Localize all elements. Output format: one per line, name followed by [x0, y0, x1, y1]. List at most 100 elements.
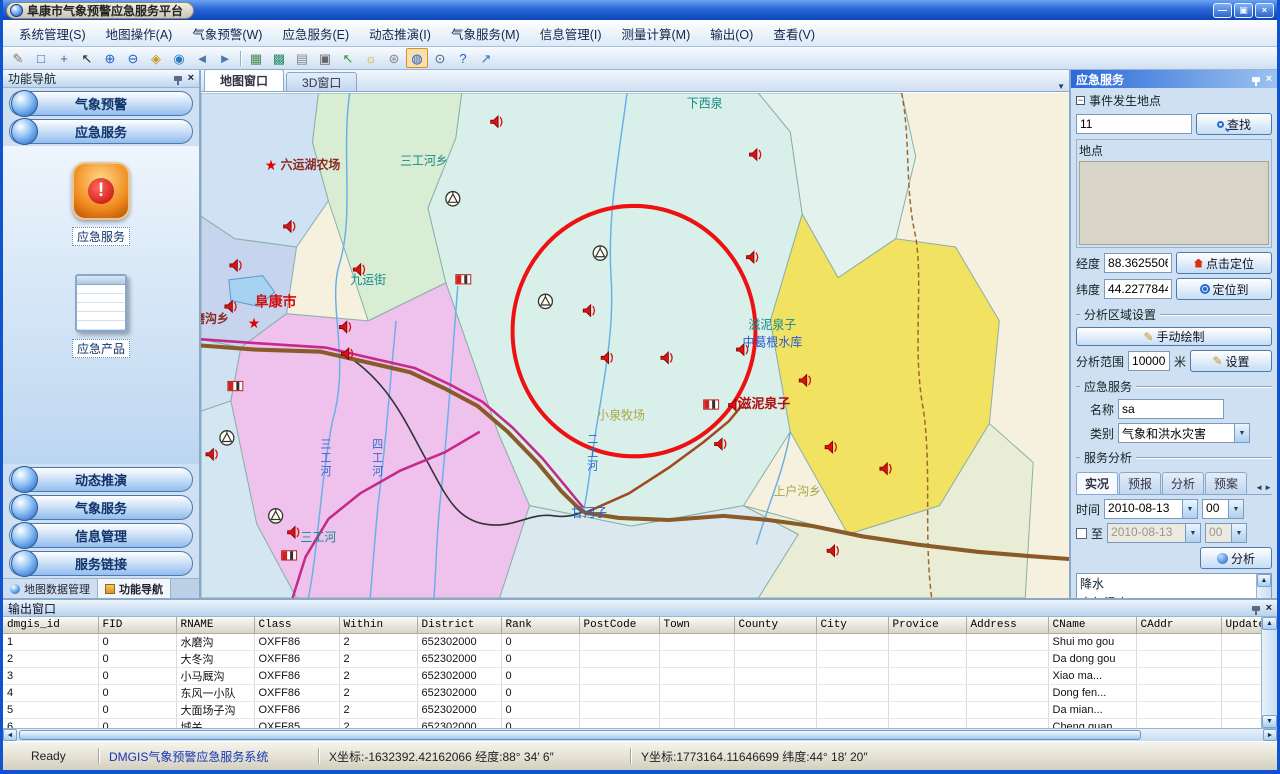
- table-row[interactable]: 10水磨沟OXFF8626523020000Shui mo gou: [3, 633, 1261, 650]
- full-extent-tool[interactable]: ◉: [168, 48, 190, 68]
- nav-group-信息管理[interactable]: 信息管理: [9, 523, 193, 548]
- start-date-combo[interactable]: 2010-08-13 ▼: [1104, 499, 1198, 519]
- service-name-input[interactable]: [1118, 399, 1224, 419]
- service-type-combo[interactable]: 气象和洪水灾害 ▼: [1118, 423, 1250, 443]
- menu-item[interactable]: 输出(O): [700, 20, 763, 47]
- location-input[interactable]: [1076, 114, 1192, 134]
- range-input[interactable]: [1128, 351, 1170, 371]
- end-date-combo[interactable]: 2010-08-13 ▼: [1107, 523, 1201, 543]
- chevron-down-icon[interactable]: ▼: [1231, 524, 1246, 542]
- menu-item[interactable]: 动态推演(I): [359, 20, 441, 47]
- column-header-County[interactable]: County: [734, 617, 816, 633]
- tabs-scroll-right-icon[interactable]: ►: [1264, 483, 1272, 492]
- menu-item[interactable]: 信息管理(I): [530, 20, 612, 47]
- column-header-Update[interactable]: Update: [1221, 617, 1261, 633]
- latitude-input[interactable]: [1104, 279, 1172, 299]
- nav-group-应急服务[interactable]: 应急服务: [9, 119, 193, 144]
- analyze-button[interactable]: 分析: [1200, 547, 1272, 569]
- menu-item[interactable]: 查看(V): [763, 20, 825, 47]
- click-locate-button[interactable]: 点击定位: [1176, 252, 1272, 274]
- export-tool[interactable]: ↗: [475, 48, 497, 68]
- scroll-up-icon[interactable]: ▲: [1257, 574, 1271, 587]
- column-header-dmgis_id[interactable]: dmgis_id: [3, 617, 98, 633]
- column-header-Within[interactable]: Within: [339, 617, 417, 633]
- menu-item[interactable]: 气象服务(M): [441, 20, 530, 47]
- emergency-service-icon[interactable]: !: [72, 162, 130, 220]
- map-tab-地图窗口[interactable]: 地图窗口: [204, 69, 284, 91]
- chevron-down-icon[interactable]: ▼: [1228, 500, 1243, 518]
- shortcut-应急产品[interactable]: 应急产品: [72, 274, 130, 358]
- output-vscrollbar[interactable]: ▲ ▼: [1261, 617, 1277, 728]
- place-list[interactable]: [1079, 161, 1269, 245]
- list-item[interactable]: 降水: [1077, 574, 1256, 593]
- column-header-Town[interactable]: Town: [659, 617, 734, 633]
- settings-tool[interactable]: ⊛: [383, 48, 405, 68]
- map-canvas[interactable]: ★★ 下西泉六运湖农场三工河乡九运街阜康市水磨沟乡滋泥泉子中葛根水库滋泥泉子小泉…: [201, 93, 1069, 598]
- output-hscrollbar[interactable]: ◄ ►: [3, 728, 1277, 741]
- help-tool[interactable]: ?: [452, 48, 474, 68]
- scroll-down-icon[interactable]: ▼: [1262, 715, 1277, 728]
- menu-item[interactable]: 气象预警(W): [182, 20, 272, 47]
- menu-item[interactable]: 测量计算(M): [612, 20, 701, 47]
- nav-group-动态推演[interactable]: 动态推演: [9, 467, 193, 492]
- scroll-up-icon[interactable]: ▲: [1262, 617, 1277, 630]
- pin-icon[interactable]: [1252, 606, 1260, 611]
- tabs-scroll-left-icon[interactable]: ◄: [1255, 483, 1263, 492]
- close-icon[interactable]: ×: [1266, 74, 1272, 85]
- table-row[interactable]: 60城关OXFF8526523020000Cheng guan: [3, 718, 1261, 728]
- eye-tool[interactable]: ⊙: [429, 48, 451, 68]
- table-row[interactable]: 40东风一小队OXFF8626523020000Dong fen...: [3, 684, 1261, 701]
- minimize-button[interactable]: —: [1213, 3, 1232, 18]
- locate-to-button[interactable]: 定位到: [1176, 278, 1272, 300]
- restore-button[interactable]: ▣: [1234, 3, 1253, 18]
- nav-group-服务链接[interactable]: 服务链接: [9, 551, 193, 576]
- column-header-CName[interactable]: CName: [1048, 617, 1136, 633]
- zoom-next-tool[interactable]: ►: [214, 48, 236, 68]
- column-header-Rank[interactable]: Rank: [501, 617, 579, 633]
- pin-icon[interactable]: [174, 76, 182, 81]
- pan-tool[interactable]: ◈: [145, 48, 167, 68]
- to-checkbox[interactable]: [1076, 528, 1087, 539]
- chevron-down-icon[interactable]: ▼: [1234, 424, 1249, 442]
- hint-tool[interactable]: ☼: [360, 48, 382, 68]
- rp-tab-实况[interactable]: 实况: [1076, 472, 1118, 494]
- menu-item[interactable]: 应急服务(E): [272, 20, 359, 47]
- column-header-Class[interactable]: Class: [254, 617, 339, 633]
- rp-tab-预报[interactable]: 预报: [1119, 472, 1161, 494]
- menu-item[interactable]: 系统管理(S): [9, 20, 96, 47]
- pin-icon[interactable]: [1252, 77, 1260, 82]
- select-element-tool[interactable]: ↖: [337, 48, 359, 68]
- select-arrow-tool[interactable]: ↖: [76, 48, 98, 68]
- map-view[interactable]: ★★ 下西泉六运湖农场三工河乡九运街阜康市水磨沟乡滋泥泉子中葛根水库滋泥泉子小泉…: [201, 92, 1069, 598]
- table-row[interactable]: 20大冬沟OXFF8626523020000Da dong gou: [3, 650, 1261, 667]
- save-map-tool[interactable]: ▤: [291, 48, 313, 68]
- emergency-product-icon[interactable]: [75, 274, 127, 332]
- manual-draw-button[interactable]: ✎ 手动绘制: [1076, 327, 1272, 346]
- menu-item[interactable]: 地图操作(A): [96, 20, 183, 47]
- nav-group-气象服务[interactable]: 气象服务: [9, 495, 193, 520]
- left-tab-地图数据管理[interactable]: 地图数据管理: [3, 579, 98, 598]
- set-range-button[interactable]: ✎ 设置: [1190, 350, 1272, 372]
- element-listbox[interactable]: 降水空气温度 ▲ ▼: [1076, 573, 1272, 598]
- pencil-tool[interactable]: ✎: [7, 48, 29, 68]
- rp-tab-分析[interactable]: 分析: [1162, 472, 1204, 494]
- chevron-down-icon[interactable]: ▼: [1185, 524, 1200, 542]
- scroll-left-icon[interactable]: ◄: [3, 729, 17, 741]
- end-hour-combo[interactable]: 00 ▼: [1205, 523, 1247, 543]
- left-tab-功能导航[interactable]: 功能导航: [98, 579, 171, 598]
- column-header-Provice[interactable]: Provice: [888, 617, 966, 633]
- table-row[interactable]: 50大面场子沟OXFF8626523020000Da mian...: [3, 701, 1261, 718]
- column-header-PostCode[interactable]: PostCode: [579, 617, 659, 633]
- close-button[interactable]: ×: [1255, 3, 1274, 18]
- table-row[interactable]: 30小马厩沟OXFF8626523020000Xiao ma...: [3, 667, 1261, 684]
- start-hour-combo[interactable]: 00 ▼: [1202, 499, 1244, 519]
- column-header-FID[interactable]: FID: [98, 617, 176, 633]
- scroll-right-icon[interactable]: ►: [1263, 729, 1277, 741]
- zoom-previous-tool[interactable]: ◄: [191, 48, 213, 68]
- column-header-RNAME[interactable]: RNAME: [176, 617, 254, 633]
- search-button[interactable]: 查找: [1196, 113, 1272, 135]
- collapse-icon[interactable]: −: [1076, 96, 1085, 105]
- shortcut-应急服务[interactable]: !应急服务: [72, 162, 130, 246]
- column-header-Address[interactable]: Address: [966, 617, 1048, 633]
- close-icon[interactable]: ×: [188, 73, 194, 84]
